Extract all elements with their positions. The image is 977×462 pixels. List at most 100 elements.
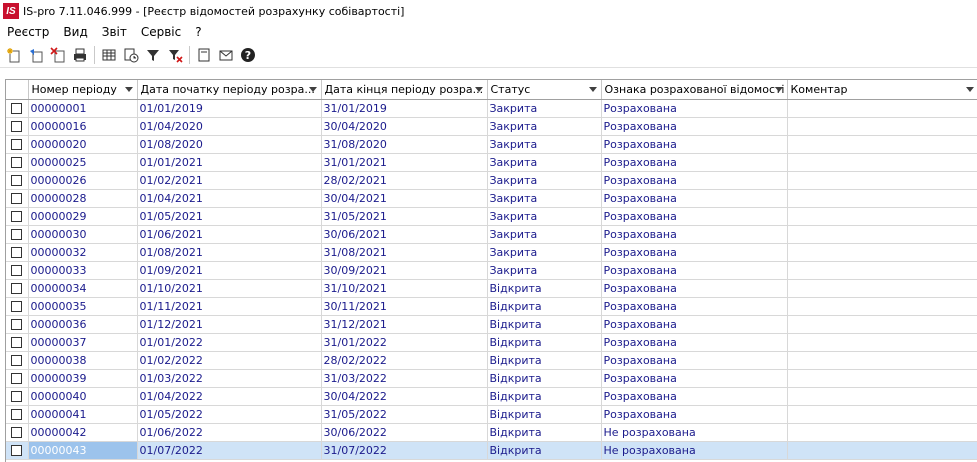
cell-period-number[interactable]: 00000040: [28, 387, 138, 406]
cell-period-end[interactable]: 31/10/2021: [321, 279, 488, 298]
cell-calculated-flag[interactable]: Розрахована: [601, 171, 788, 190]
cell-period-start[interactable]: 01/04/2021: [137, 189, 322, 208]
history-icon[interactable]: [120, 44, 142, 66]
cell-status[interactable]: Відкрита: [487, 297, 602, 316]
new-document-icon[interactable]: [3, 44, 25, 66]
email-icon[interactable]: [215, 44, 237, 66]
row-checkbox[interactable]: [11, 409, 23, 420]
cell-calculated-flag[interactable]: Розрахована: [601, 153, 788, 172]
cell-calculated-flag[interactable]: Розрахована: [601, 279, 788, 298]
table-row[interactable]: 00000043 01/07/2022 31/07/2022 Відкрита Не р…: [6, 441, 977, 460]
cell-comment[interactable]: [787, 153, 977, 172]
cell-status[interactable]: Відкрита: [487, 441, 602, 460]
cell-period-end[interactable]: 31/01/2021: [321, 153, 488, 172]
header-comment[interactable]: Коментар: [787, 80, 977, 100]
cell-period-start[interactable]: 01/02/2022: [137, 351, 322, 370]
cell-calculated-flag[interactable]: Розрахована: [601, 117, 788, 136]
cell-status[interactable]: Закрита: [487, 153, 602, 172]
header-calculated-flag[interactable]: Ознака розрахованої відомості: [601, 80, 788, 100]
cell-period-end[interactable]: 28/02/2021: [321, 171, 488, 190]
cell-period-number[interactable]: 00000016: [28, 117, 138, 136]
row-checkbox[interactable]: [11, 139, 23, 150]
cell-calculated-flag[interactable]: Розрахована: [601, 351, 788, 370]
cell-period-start[interactable]: 01/10/2021: [137, 279, 322, 298]
cell-comment[interactable]: [787, 315, 977, 334]
cell-calculated-flag[interactable]: Розрахована: [601, 135, 788, 154]
row-checkbox[interactable]: [11, 229, 23, 240]
cell-period-end[interactable]: 30/09/2021: [321, 261, 488, 280]
cell-period-end[interactable]: 31/05/2022: [321, 405, 488, 424]
cell-calculated-flag[interactable]: Розрахована: [601, 207, 788, 226]
cell-comment[interactable]: [787, 261, 977, 280]
cell-comment[interactable]: [787, 99, 977, 118]
cell-period-start[interactable]: 01/02/2021: [137, 171, 322, 190]
cell-period-number[interactable]: 00000037: [28, 333, 138, 352]
cell-comment[interactable]: [787, 369, 977, 388]
row-checkbox[interactable]: [11, 301, 23, 312]
print-icon[interactable]: [69, 44, 91, 66]
cell-comment[interactable]: [787, 405, 977, 424]
sort-arrow-icon[interactable]: [474, 87, 483, 92]
cell-period-start[interactable]: 01/04/2020: [137, 117, 322, 136]
cell-comment[interactable]: [787, 117, 977, 136]
table-row[interactable]: 00000032 01/08/2021 31/08/2021 Закрита Розра…: [6, 243, 977, 262]
cell-period-end[interactable]: 30/06/2021: [321, 225, 488, 244]
cell-status[interactable]: Закрита: [487, 171, 602, 190]
cell-period-end[interactable]: 30/06/2022: [321, 423, 488, 442]
cell-period-end[interactable]: 31/08/2021: [321, 243, 488, 262]
table-row[interactable]: 00000041 01/05/2022 31/05/2022 Відкрита Розр…: [6, 405, 977, 424]
cell-status[interactable]: Відкрита: [487, 351, 602, 370]
cell-period-start[interactable]: 01/06/2022: [137, 423, 322, 442]
cell-comment[interactable]: [787, 279, 977, 298]
cell-calculated-flag[interactable]: Розрахована: [601, 225, 788, 244]
cell-status[interactable]: Відкрита: [487, 387, 602, 406]
help-icon[interactable]: ?: [237, 44, 259, 66]
row-checkbox[interactable]: [11, 211, 23, 222]
table-row[interactable]: 00000039 01/03/2022 31/03/2022 Відкрита Розр…: [6, 369, 977, 388]
sort-arrow-icon[interactable]: [588, 87, 597, 92]
cell-comment[interactable]: [787, 207, 977, 226]
cell-period-end[interactable]: 31/01/2019: [321, 99, 488, 118]
cell-period-number[interactable]: 00000038: [28, 351, 138, 370]
row-checkbox[interactable]: [11, 427, 23, 438]
cell-period-start[interactable]: 01/08/2020: [137, 135, 322, 154]
cell-period-start[interactable]: 01/01/2021: [137, 153, 322, 172]
cell-status[interactable]: Закрита: [487, 225, 602, 244]
cell-calculated-flag[interactable]: Розрахована: [601, 189, 788, 208]
cell-status[interactable]: Закрита: [487, 243, 602, 262]
cell-period-number[interactable]: 00000033: [28, 261, 138, 280]
cell-period-end[interactable]: 31/01/2022: [321, 333, 488, 352]
table-icon[interactable]: [98, 44, 120, 66]
menu-help[interactable]: ?: [188, 25, 208, 39]
table-row[interactable]: 00000026 01/02/2021 28/02/2021 Закрита Розра…: [6, 171, 977, 190]
cell-comment[interactable]: [787, 243, 977, 262]
document-icon[interactable]: [193, 44, 215, 66]
cell-period-start[interactable]: 01/08/2021: [137, 243, 322, 262]
row-checkbox[interactable]: [11, 445, 23, 456]
row-checkbox[interactable]: [11, 337, 23, 348]
cell-period-number[interactable]: 00000034: [28, 279, 138, 298]
table-row[interactable]: 00000028 01/04/2021 30/04/2021 Закрита Розра…: [6, 189, 977, 208]
cell-period-number[interactable]: 00000039: [28, 369, 138, 388]
sort-arrow-icon[interactable]: [308, 87, 317, 92]
cell-comment[interactable]: [787, 441, 977, 460]
cell-status[interactable]: Закрита: [487, 207, 602, 226]
cell-period-start[interactable]: 01/04/2022: [137, 387, 322, 406]
filter-icon[interactable]: [142, 44, 164, 66]
cell-status[interactable]: Закрита: [487, 117, 602, 136]
table-row[interactable]: 00000038 01/02/2022 28/02/2022 Відкрита Розр…: [6, 351, 977, 370]
table-row[interactable]: 00000037 01/01/2022 31/01/2022 Відкрита Розр…: [6, 333, 977, 352]
cell-calculated-flag[interactable]: Розрахована: [601, 369, 788, 388]
cell-status[interactable]: Відкрита: [487, 279, 602, 298]
cell-period-start[interactable]: 01/07/2022: [137, 441, 322, 460]
header-status[interactable]: Статус: [487, 80, 602, 100]
sort-arrow-icon[interactable]: [774, 87, 783, 92]
copy-document-icon[interactable]: [25, 44, 47, 66]
cell-period-start[interactable]: 01/11/2021: [137, 297, 322, 316]
cell-period-end[interactable]: 30/04/2020: [321, 117, 488, 136]
cell-calculated-flag[interactable]: Розрахована: [601, 243, 788, 262]
cell-period-start[interactable]: 01/09/2021: [137, 261, 322, 280]
cell-comment[interactable]: [787, 171, 977, 190]
cell-period-end[interactable]: 31/07/2022: [321, 441, 488, 460]
menu-view[interactable]: Вид: [56, 25, 94, 39]
